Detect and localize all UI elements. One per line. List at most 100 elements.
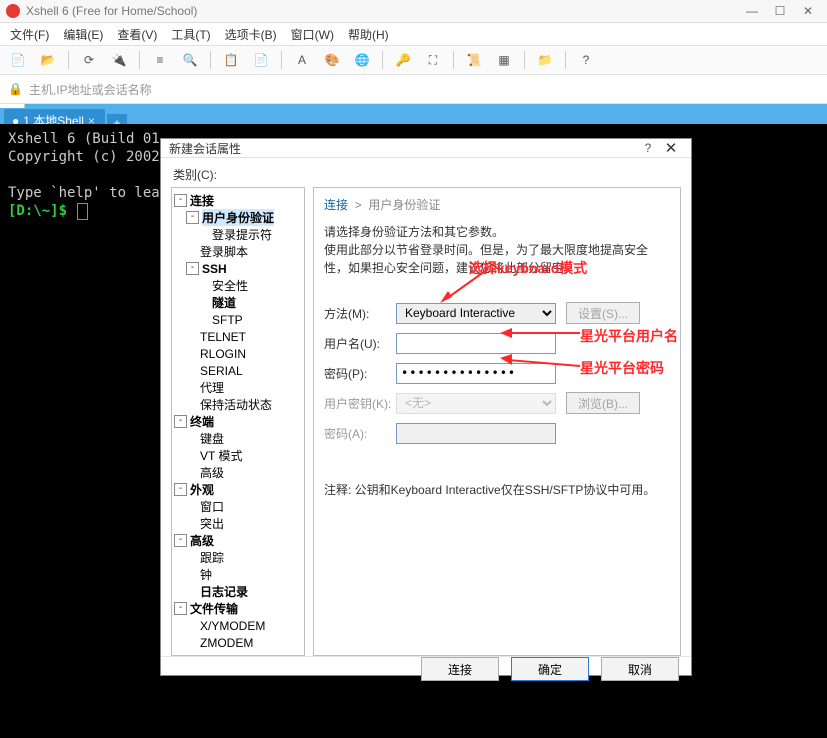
expand-icon[interactable]: - [186,211,199,224]
tree-label: SFTP [212,313,243,327]
tree-item[interactable]: X/YMODEM [174,617,302,634]
expand-icon[interactable]: - [174,415,187,428]
maximize-button[interactable]: ☐ [767,2,793,20]
dialog-titlebar: 新建会话属性 ? ✕ [161,139,691,158]
help-icon[interactable]: ? [637,141,659,155]
password-label: 密码(P): [324,365,396,382]
terminal-prompt: [D:\~]$ [8,203,75,219]
toolbar-script-icon[interactable]: 📜 [462,48,486,72]
tree-label: 登录脚本 [200,243,248,260]
password-input[interactable] [396,363,556,384]
tree-item[interactable]: RLOGIN [174,345,302,362]
tree-item[interactable]: SFTP [174,311,302,328]
tree-item[interactable]: 登录脚本 [174,243,302,260]
tree-item[interactable]: -用户身份验证 [174,209,302,226]
auth-description: 请选择身份验证方法和其它参数。 使用此部分以节省登录时间。但是，为了最大限度地提… [324,223,670,277]
tree-label: TELNET [200,330,246,344]
tree-label: SSH [202,262,227,276]
tree-item[interactable]: -外观 [174,481,302,498]
passphrase-input [396,423,556,444]
tree-item[interactable]: TELNET [174,328,302,345]
dialog-close-icon[interactable]: ✕ [659,139,683,157]
tree-item[interactable]: 隧道 [174,294,302,311]
tree-item[interactable]: VT 模式 [174,447,302,464]
expand-icon[interactable]: - [174,602,187,615]
toolbar-copy-icon[interactable]: 📋 [219,48,243,72]
menu-view[interactable]: 查看(V) [117,26,157,43]
toolbar-search-icon[interactable]: 🔍 [178,48,202,72]
menu-help[interactable]: 帮助(H) [348,26,389,43]
tree-item[interactable]: -终端 [174,413,302,430]
toolbar-new-icon[interactable]: 📄 [6,48,30,72]
tree-item[interactable]: 高级 [174,464,302,481]
menubar: 文件(F) 编辑(E) 查看(V) 工具(T) 选项卡(B) 窗口(W) 帮助(… [0,23,827,46]
toolbar-lang-icon[interactable]: 🌐 [350,48,374,72]
tree-item[interactable]: 登录提示符 [174,226,302,243]
tree-item[interactable]: -SSH [174,260,302,277]
toolbar-filezilla-icon[interactable]: 📁 [533,48,557,72]
tree-item[interactable]: 突出 [174,515,302,532]
tree-item[interactable]: 键盘 [174,430,302,447]
menu-tabs[interactable]: 选项卡(B) [225,26,277,43]
toolbar-fullscreen-icon[interactable]: ⛶ [421,48,445,72]
auth-note: 注释: 公钥和Keyboard Interactive仅在SSH/SFTP协议中… [324,481,670,498]
addressbar: 🔒 主机,IP地址或会话名称 [0,75,827,104]
tree-label: 连接 [190,192,214,209]
toolbar-paste-icon[interactable]: 📄 [249,48,273,72]
tree-item[interactable]: 代理 [174,379,302,396]
tree-item[interactable]: -连接 [174,192,302,209]
menu-file[interactable]: 文件(F) [10,26,49,43]
tree-label: 隧道 [212,294,236,311]
toolbar-reconnect-icon[interactable]: ⟳ [77,48,101,72]
toolbar-key-icon[interactable]: 🔑 [391,48,415,72]
tree-item[interactable]: 保持活动状态 [174,396,302,413]
tree-item[interactable]: -高级 [174,532,302,549]
category-label: 类别(C): [173,166,681,183]
auth-pane: 连接 > 用户身份验证 请选择身份验证方法和其它参数。 使用此部分以节省登录时间… [313,187,681,656]
toolbar-disconnect-icon[interactable]: 🔌 [107,48,131,72]
method-select[interactable]: Keyboard Interactive [396,303,556,324]
expand-icon[interactable]: - [186,262,199,275]
passphrase-label: 密码(A): [324,425,396,442]
tree-label: RLOGIN [200,347,246,361]
menu-tools[interactable]: 工具(T) [171,26,210,43]
tree-label: 高级 [200,464,224,481]
tree-label: X/YMODEM [200,619,265,633]
titlebar: Xshell 6 (Free for Home/School) — ☐ ✕ [0,0,827,23]
tree-item[interactable]: SERIAL [174,362,302,379]
expand-icon[interactable]: - [174,483,187,496]
toolbar-properties-icon[interactable]: ≡ [148,48,172,72]
address-placeholder[interactable]: 主机,IP地址或会话名称 [29,81,819,98]
menu-window[interactable]: 窗口(W) [291,26,334,43]
lock-icon: 🔒 [8,82,23,96]
tree-item[interactable]: 日志记录 [174,583,302,600]
tree-label: 代理 [200,379,224,396]
menu-edit[interactable]: 编辑(E) [63,26,103,43]
toolbar-open-icon[interactable]: 📂 [36,48,60,72]
toolbar-help-icon[interactable]: ? [574,48,598,72]
ok-button[interactable]: 确定 [511,657,589,681]
toolbar-cascade-icon[interactable]: ▦ [492,48,516,72]
close-button[interactable]: ✕ [795,2,821,20]
category-tree[interactable]: -连接-用户身份验证登录提示符登录脚本-SSH安全性隧道SFTPTELNETRL… [171,187,305,656]
cancel-button[interactable]: 取消 [601,657,679,681]
tree-label: 安全性 [212,277,248,294]
tree-item[interactable]: 窗口 [174,498,302,515]
toolbar: 📄 📂 ⟳ 🔌 ≡ 🔍 📋 📄 A 🎨 🌐 🔑 ⛶ 📜 ▦ 📁 ? [0,46,827,75]
tree-item[interactable]: ZMODEM [174,634,302,651]
settings-button: 设置(S)... [566,302,640,324]
tree-label: SERIAL [200,364,243,378]
toolbar-font-icon[interactable]: A [290,48,314,72]
username-input[interactable] [396,333,556,354]
expand-icon[interactable]: - [174,534,187,547]
minimize-button[interactable]: — [739,2,765,20]
connect-button[interactable]: 连接 [421,657,499,681]
tree-item[interactable]: 安全性 [174,277,302,294]
toolbar-color-icon[interactable]: 🎨 [320,48,344,72]
tree-item[interactable]: 跟踪 [174,549,302,566]
expand-icon[interactable]: - [174,194,187,207]
breadcrumb: 连接 > 用户身份验证 [324,196,670,213]
tree-item[interactable]: -文件传输 [174,600,302,617]
tree-item[interactable]: 钟 [174,566,302,583]
breadcrumb-connect[interactable]: 连接 [324,198,348,212]
